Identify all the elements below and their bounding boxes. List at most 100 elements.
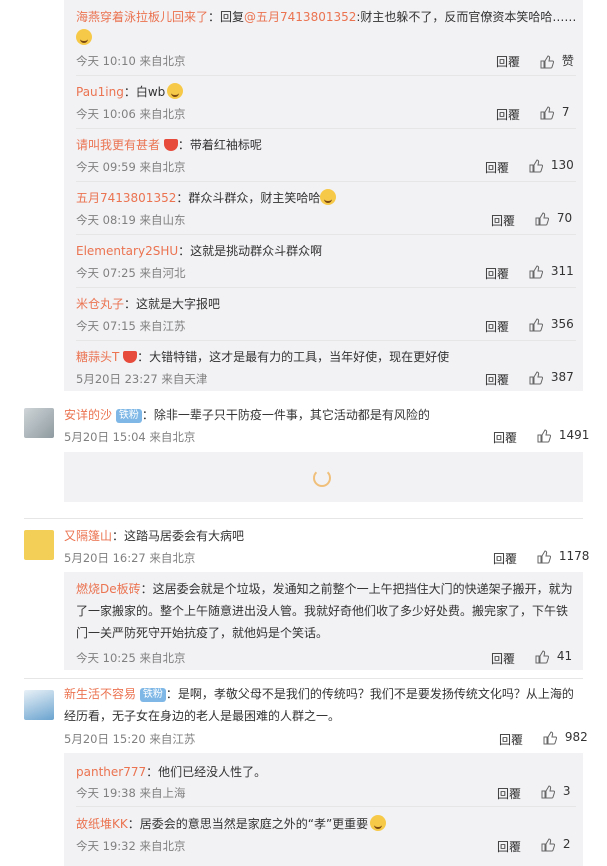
reply-button[interactable]: 回覆 [485,159,509,176]
comment-3: 新生活不容易 铁粉 ：是啊，孝敬父母不是我们的传统吗？我们不是要发扬传统文化吗？从… [64,683,584,727]
comment-text: ：除非一辈子只干防疫一件事，其它活动都是有风险的 [141,408,430,422]
reply-button[interactable]: 回覆 [493,429,517,446]
reply-button[interactable]: 回覆 [491,212,515,229]
divider [76,75,576,76]
sub-comment-author[interactable]: 米仓丸子 [76,297,124,311]
comment-meta: 今天 10:10 来自北京 [76,54,186,68]
sub-comment: panther777：他们已经没人性了。 [76,763,266,780]
like-button[interactable]: 982 [543,730,588,745]
like-button[interactable]: 130 [529,158,574,173]
divider [24,678,583,679]
sub-comment-text: ：居委会的意思当然是家庭之外的“孝”更重要 [127,817,369,831]
reply-button[interactable]: 回覆 [485,318,509,335]
thumbs-up-icon [529,317,543,331]
thumbs-up-icon [541,837,555,851]
divider [76,181,576,182]
like-count: 1178 [558,549,590,563]
like-button[interactable]: 3 [541,784,570,799]
emoji-icon [370,815,387,831]
thumbs-up-icon [540,105,554,119]
thumbs-up-icon [529,158,543,172]
sub-comment-text: ：这就是大字报吧 [124,297,221,311]
comment-avatar[interactable] [24,690,54,720]
sub-comment-4: 五月7413801352：群众斗群众，财主笑哈哈 [76,189,337,206]
comment-text: ：这踏马居委会有大病吧 [112,529,245,543]
like-count: 2 [562,837,571,851]
fan-badge: 铁粉 [139,688,166,702]
comment-meta: 今天 07:25 来自河北 [76,266,186,280]
like-button[interactable]: 2 [541,837,570,852]
reply-button[interactable]: 回覆 [485,265,509,282]
divider [76,128,576,129]
like-button[interactable]: 387 [529,370,574,385]
loading-spinner-icon [313,469,331,487]
comment-meta: 今天 10:06 来自北京 [76,107,186,121]
thumbs-up-icon [529,264,543,278]
comment-meta: 5月20日 16:27 来自北京 [64,551,196,565]
like-count: 赞 [561,54,574,68]
like-button[interactable]: 356 [529,317,574,332]
sub-comment-text: ：带着红袖标呢 [177,138,262,152]
like-button[interactable]: 赞 [540,52,574,69]
like-button[interactable]: 70 [535,211,572,226]
comment-avatar[interactable] [24,530,54,560]
thumbs-up-icon [535,649,549,663]
fan-badge: 铁粉 [115,409,142,423]
reply-button[interactable]: 回覆 [496,53,520,70]
sub-comment-author[interactable]: Elementary2SHU [76,244,178,258]
divider [76,234,576,235]
comment-author[interactable]: 安详的沙 [64,408,112,422]
like-button[interactable]: 41 [535,649,572,664]
emoji-icon [320,189,337,205]
like-button[interactable]: 7 [540,105,569,120]
like-count: 41 [556,649,573,663]
sub-comment-author[interactable]: 请叫我更有甚者 [76,138,160,152]
sub-comment-author[interactable]: 海燕穿着泳拉板儿回来了 [76,10,208,24]
reply-button[interactable]: 回覆 [485,371,509,388]
comment-meta: 今天 10:25 来自北京 [76,651,186,665]
sub-comment-text-prefix: ：回复 [208,10,245,24]
crown-badge-icon [163,139,178,151]
reply-button[interactable]: 回覆 [497,838,521,855]
sub-comment-author[interactable]: 燃烧De板砖 [76,582,141,596]
comment-meta: 5月20日 23:27 来自天津 [76,372,208,386]
reply-button[interactable]: 回覆 [493,550,517,567]
sub-comment-author[interactable]: 故纸堆KK [76,817,128,831]
comment-meta: 5月20日 15:20 来自江苏 [64,732,196,746]
sub-comment-3: 请叫我更有甚者 ：带着红袖标呢 [76,136,262,153]
sub-comment-2: Pau1ing：白wb [76,83,184,100]
comment-meta: 今天 08:19 来自山东 [76,213,186,227]
reply-button[interactable]: 回覆 [496,106,520,123]
sub-comment-text: :财主也躲不了，反而官僚资本笑哈哈…… [356,10,577,24]
like-count: 70 [556,211,573,225]
comment-meta: 今天 09:59 来自北京 [76,160,186,174]
mention-link[interactable]: @五月7413801352 [244,10,356,24]
comment-text-line1: ：是啊，孝敬父母不是我们的传统吗？我们不是要发扬传统文化吗？从上海的 [165,687,574,701]
comment-meta: 今天 19:38 来自上海 [76,786,186,800]
reply-button[interactable]: 回覆 [499,731,523,748]
like-button[interactable]: 1491 [537,428,589,443]
sub-comment-author[interactable]: 糖蒜头T [76,350,119,364]
comment-meta: 今天 19:32 来自北京 [76,839,186,853]
like-count: 356 [550,317,574,331]
sub-comment-long: 燃烧De板砖：这居委会就是个垃圾，发通知之前整个一上午把挡住大门的快递架子搬开，… [76,578,576,644]
like-button[interactable]: 1178 [537,549,589,564]
thumbs-up-icon [543,730,557,744]
comment-avatar[interactable] [24,408,54,438]
comment-author[interactable]: 新生活不容易 [64,687,136,701]
comment-1: 安详的沙 铁粉 ：除非一辈子只干防疫一件事，其它活动都是有风险的 [64,406,430,423]
like-button[interactable]: 311 [529,264,574,279]
crown-badge-icon [123,351,138,363]
sub-comment-author[interactable]: Pau1ing [76,85,124,99]
sub-comment-text: ：群众斗群众，财主笑哈哈 [176,191,321,205]
reply-button[interactable]: 回覆 [491,650,515,667]
sub-comment-author[interactable]: panther777 [76,765,146,779]
reply-button[interactable]: 回覆 [497,785,521,802]
divider [76,287,576,288]
sub-comment-text-line2: 了一家搬家的。整个上午随意进出没人管。我就好奇他们收了多少好处费。搬完家了，下午… [76,604,569,618]
divider [24,518,583,519]
sub-comment-text: ：大错特错，这才是最有力的工具，当年好使，现在更好使 [137,350,450,364]
sub-comment-7: 糖蒜头T ：大错特错，这才是最有力的工具，当年好使，现在更好使 [76,348,449,365]
sub-comment-author[interactable]: 五月7413801352 [76,191,176,205]
comment-author[interactable]: 又隔篷山 [64,529,112,543]
